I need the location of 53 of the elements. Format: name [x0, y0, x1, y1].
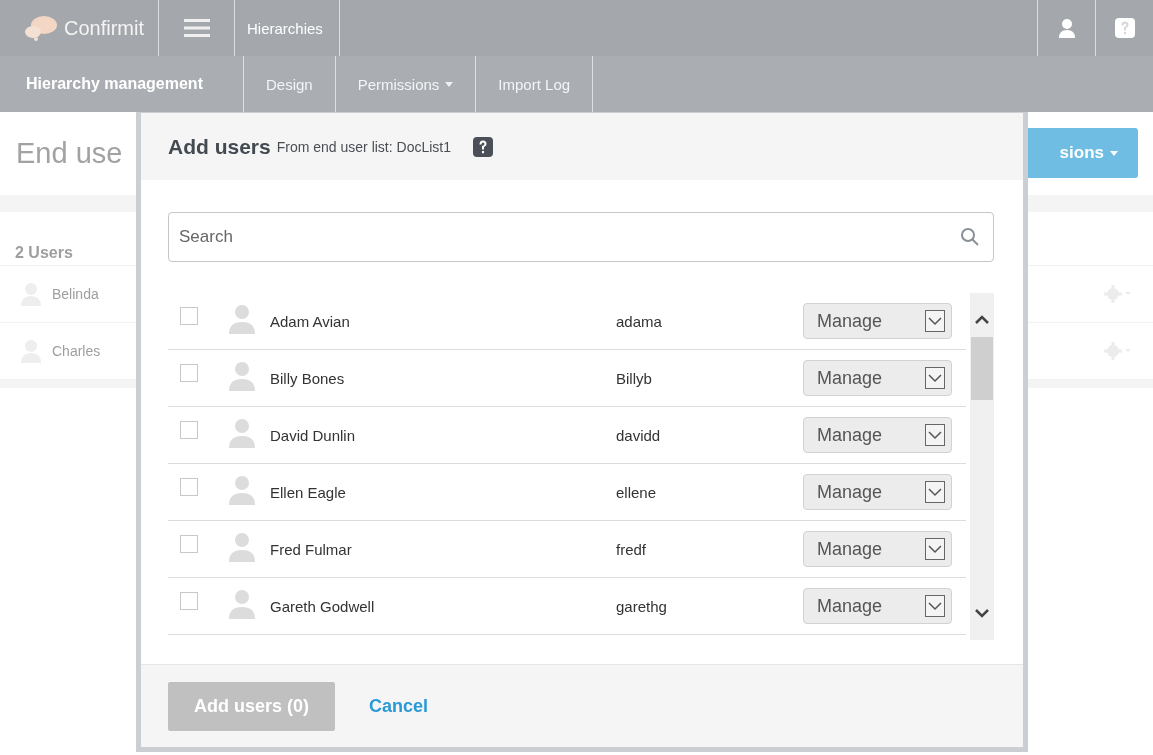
chevron-down-icon [925, 538, 945, 560]
role-dropdown[interactable]: Manage [803, 417, 952, 453]
user-name: Gareth Godwell [270, 597, 376, 615]
chevron-down-icon [925, 595, 945, 617]
user-name: Charles [52, 343, 101, 359]
app-logo-text: Confirmit [64, 16, 144, 40]
checkbox[interactable] [180, 421, 198, 439]
dialog-title: Add users [168, 134, 271, 159]
module-title: Hierarchy management [25, 75, 204, 93]
help-icon[interactable] [473, 136, 493, 157]
caret-icon [1110, 150, 1118, 156]
caret-icon [445, 81, 454, 87]
checkbox[interactable] [180, 592, 198, 610]
user-login: ellene [616, 483, 658, 501]
cancel-link[interactable]: Cancel [369, 695, 429, 717]
avatar-icon [228, 532, 256, 562]
user-name: David Dunlin [270, 426, 357, 444]
avatar-icon [228, 304, 256, 334]
chevron-down-icon [925, 367, 945, 389]
search-field[interactable]: Search [168, 212, 994, 262]
user-login: Billyb [616, 369, 653, 387]
avatar-icon [228, 589, 256, 619]
role-dropdown[interactable]: Manage [803, 360, 952, 396]
user-login: fredf [616, 540, 647, 558]
chevron-down-icon[interactable] [973, 606, 991, 620]
user-login: garethg [616, 597, 668, 615]
checkbox[interactable] [180, 535, 198, 553]
scrollbar-thumb[interactable] [971, 337, 993, 400]
user-name: Adam Avian [270, 312, 351, 330]
user-login: davidd [616, 426, 662, 444]
user-name: Billy Bones [270, 369, 346, 387]
checkbox[interactable] [180, 478, 198, 496]
checkbox[interactable] [180, 364, 198, 382]
user-login: adama [616, 312, 663, 330]
role-dropdown[interactable]: Manage [803, 531, 952, 567]
user-name: Fred Fulmar [270, 540, 353, 558]
chevron-down-icon [925, 424, 945, 446]
dialog-subtitle: From end user list: DocList1 [276, 138, 451, 155]
checkbox[interactable] [180, 307, 198, 325]
chevron-down-icon [925, 481, 945, 503]
speech-bubbles-icon [24, 15, 58, 41]
role-dropdown[interactable]: Manage [803, 474, 952, 510]
role-dropdown[interactable]: Manage [803, 303, 952, 339]
search-icon[interactable] [960, 227, 980, 247]
chevron-down-icon [925, 310, 945, 332]
avatar-icon [228, 361, 256, 391]
user-name: Belinda [52, 286, 99, 302]
avatar-icon [228, 475, 256, 505]
scrollbar[interactable] [970, 293, 994, 640]
page-title: End use [16, 136, 123, 170]
role-dropdown[interactable]: Manage [803, 588, 952, 624]
avatar-icon [228, 418, 256, 448]
user-name: Ellen Eagle [270, 483, 347, 501]
